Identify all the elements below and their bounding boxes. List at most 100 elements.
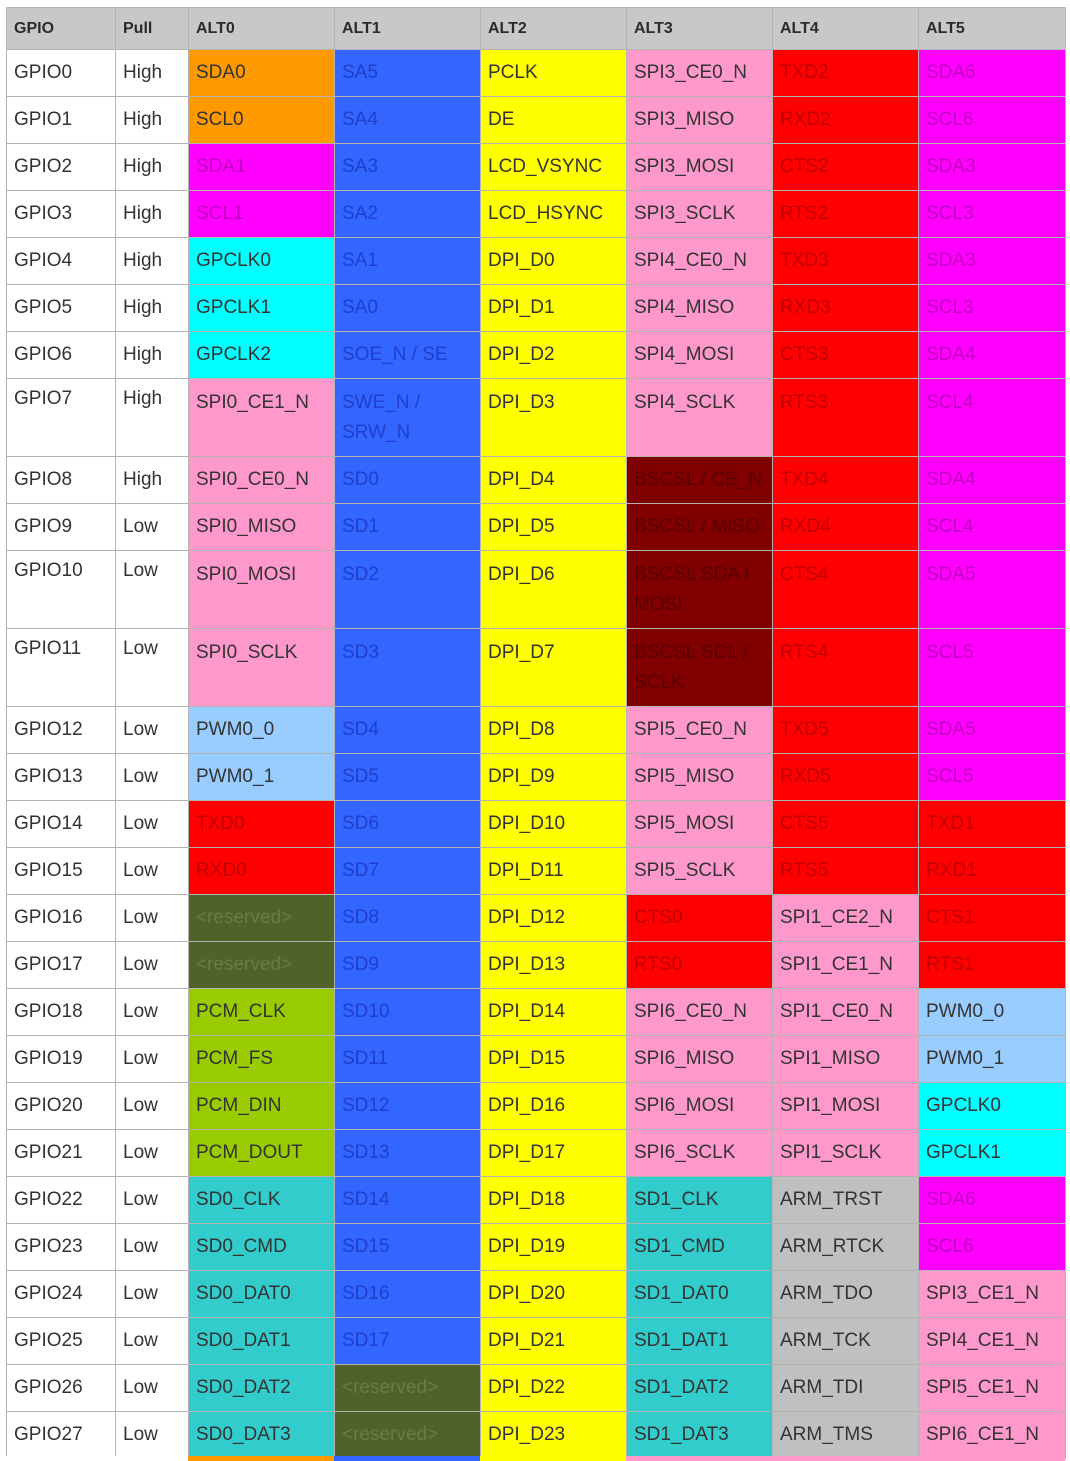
gpio-name-cell: GPIO2 <box>6 143 116 191</box>
alt3-function-cell: SPI5_SCLK <box>626 847 773 895</box>
pull-cell: Low <box>115 1270 189 1318</box>
alt0-function-cell: SPI0_CE1_N <box>188 378 335 457</box>
alt3-function-cell: SPI6_SCLK <box>626 1129 773 1177</box>
strip-segment <box>115 1456 188 1461</box>
alt3-function-cell: SPI3_MISO <box>626 96 773 144</box>
table-row: GPIO0 High SDA0 SA5 PCLK SPI3_CE0_N TXD2 SDA6 <box>6 49 1066 97</box>
pull-cell: Low <box>115 1129 189 1177</box>
alt0-function-cell: SD0_DAT0 <box>188 1270 335 1318</box>
strip-segment <box>772 1456 918 1461</box>
gpio-name-cell: GPIO25 <box>6 1317 116 1365</box>
alt5-function-cell: SCL6 <box>918 96 1066 144</box>
alt1-function-cell: SOE_N / SE <box>334 331 481 379</box>
alt2-function-cell: DPI_D22 <box>480 1364 627 1412</box>
alt5-function-cell: TXD1 <box>918 800 1066 848</box>
alt1-function-cell: SD17 <box>334 1317 481 1365</box>
gpio-name-cell: GPIO11 <box>6 628 116 707</box>
alt1-function-cell: SD5 <box>334 753 481 801</box>
gpio-name-cell: GPIO8 <box>6 456 116 504</box>
alt1-function-cell: SD14 <box>334 1176 481 1224</box>
gpio-name-cell: GPIO21 <box>6 1129 116 1177</box>
pull-cell: Low <box>115 753 189 801</box>
alt1-function-cell: SD13 <box>334 1129 481 1177</box>
pull-cell: Low <box>115 503 189 551</box>
alt0-function-cell: SD0_CLK <box>188 1176 335 1224</box>
gpio-name-cell: GPIO9 <box>6 503 116 551</box>
alt4-function-cell: SPI1_MOSI <box>772 1082 919 1130</box>
alt3-function-cell: SD1_CLK <box>626 1176 773 1224</box>
alt5-function-cell: SCL4 <box>918 503 1066 551</box>
alt2-function-cell: DPI_D15 <box>480 1035 627 1083</box>
alt3-function-cell: SPI4_MISO <box>626 284 773 332</box>
alt3-function-cell: BSCSL SCL / SCLK <box>626 628 773 707</box>
pull-cell: Low <box>115 628 189 707</box>
gpio-name-cell: GPIO19 <box>6 1035 116 1083</box>
table-row: GPIO24 Low SD0_DAT0 SD16 DPI_D20 SD1_DAT0 ARM_… <box>6 1270 1066 1318</box>
column-header-gpio: GPIO <box>6 7 116 50</box>
alt0-function-cell: SPI0_MOSI <box>188 550 335 629</box>
gpio-name-cell: GPIO5 <box>6 284 116 332</box>
pull-cell: Low <box>115 550 189 629</box>
table-row: GPIO11 Low SPI0_SCLK SD3 DPI_D7 BSCSL SCL / S… <box>6 628 1066 707</box>
pull-cell: High <box>115 96 189 144</box>
alt2-function-cell: DE <box>480 96 627 144</box>
column-header-pull: Pull <box>115 7 189 50</box>
table-row: GPIO14 Low TXD0 SD6 DPI_D10 SPI5_MOSI CTS5 TXD1 <box>6 800 1066 848</box>
alt0-function-cell: PCM_FS <box>188 1035 335 1083</box>
alt2-function-cell: DPI_D14 <box>480 988 627 1036</box>
alt2-function-cell: DPI_D11 <box>480 847 627 895</box>
alt1-function-cell: SA0 <box>334 284 481 332</box>
table-row: GPIO17 Low <reserved> SD9 DPI_D13 RTS0 SPI1_CE… <box>6 941 1066 989</box>
alt3-function-cell: SPI5_MOSI <box>626 800 773 848</box>
table-row: GPIO21 Low PCM_DOUT SD13 DPI_D17 SPI6_SCLK SPI… <box>6 1129 1066 1177</box>
table-row: GPIO9 Low SPI0_MISO SD1 DPI_D5 BSCSL / MISO RX… <box>6 503 1066 551</box>
table-row: GPIO2 High SDA1 SA3 LCD_VSYNC SPI3_MOSI CTS2 SD… <box>6 143 1066 191</box>
alt4-function-cell: ARM_TDI <box>772 1364 919 1412</box>
pull-cell: High <box>115 378 189 457</box>
gpio-alt-function-table: GPIO Pull ALT0 ALT1 ALT2 ALT3 ALT4 ALT5 … <box>6 7 1066 1459</box>
alt3-function-cell: SPI6_MOSI <box>626 1082 773 1130</box>
gpio-name-cell: GPIO18 <box>6 988 116 1036</box>
alt2-function-cell: DPI_D2 <box>480 331 627 379</box>
alt5-function-cell: SPI3_CE1_N <box>918 1270 1066 1318</box>
alt4-function-cell: RXD3 <box>772 284 919 332</box>
alt3-function-cell: SPI6_CE0_N <box>626 988 773 1036</box>
alt3-function-cell: SPI4_SCLK <box>626 378 773 457</box>
alt3-function-cell: BSCSL / MISO <box>626 503 773 551</box>
alt0-function-cell: TXD0 <box>188 800 335 848</box>
alt1-function-cell: SD3 <box>334 628 481 707</box>
alt3-function-cell: BSCSL SDA / MOSI <box>626 550 773 629</box>
gpio-name-cell: GPIO24 <box>6 1270 116 1318</box>
alt2-function-cell: DPI_D6 <box>480 550 627 629</box>
alt4-function-cell: ARM_TCK <box>772 1317 919 1365</box>
alt3-function-cell: SD1_CMD <box>626 1223 773 1271</box>
alt4-function-cell: RXD5 <box>772 753 919 801</box>
table-row: GPIO6 High GPCLK2 SOE_N / SE DPI_D2 SPI4_MOSI… <box>6 331 1066 379</box>
alt0-function-cell: PCM_DIN <box>188 1082 335 1130</box>
alt4-function-cell: TXD2 <box>772 49 919 97</box>
alt1-function-cell: SWE_N / SRW_N <box>334 378 481 457</box>
table-row: GPIO25 Low SD0_DAT1 SD17 DPI_D21 SD1_DAT1 ARM_… <box>6 1317 1066 1365</box>
alt4-function-cell: CTS2 <box>772 143 919 191</box>
alt3-function-cell: SPI5_MISO <box>626 753 773 801</box>
gpio-name-cell: GPIO7 <box>6 378 116 457</box>
alt0-function-cell: PCM_CLK <box>188 988 335 1036</box>
alt3-function-cell: SPI3_SCLK <box>626 190 773 238</box>
alt4-function-cell: TXD4 <box>772 456 919 504</box>
alt4-function-cell: CTS5 <box>772 800 919 848</box>
alt3-function-cell: SD1_DAT3 <box>626 1411 773 1459</box>
alt2-function-cell: LCD_HSYNC <box>480 190 627 238</box>
gpio-name-cell: GPIO10 <box>6 550 116 629</box>
alt5-function-cell: SCL4 <box>918 378 1066 457</box>
gpio-name-cell: GPIO3 <box>6 190 116 238</box>
alt4-function-cell: CTS3 <box>772 331 919 379</box>
gpio-name-cell: GPIO13 <box>6 753 116 801</box>
alt0-function-cell: GPCLK0 <box>188 237 335 285</box>
table-row: GPIO8 High SPI0_CE0_N SD0 DPI_D4 BSCSL / CE_N… <box>6 456 1066 504</box>
gpio-name-cell: GPIO17 <box>6 941 116 989</box>
alt0-function-cell: SD0_CMD <box>188 1223 335 1271</box>
alt5-function-cell: PWM0_0 <box>918 988 1066 1036</box>
alt5-function-cell: SCL5 <box>918 753 1066 801</box>
alt0-function-cell: <reserved> <box>188 894 335 942</box>
gpio-name-cell: GPIO27 <box>6 1411 116 1459</box>
